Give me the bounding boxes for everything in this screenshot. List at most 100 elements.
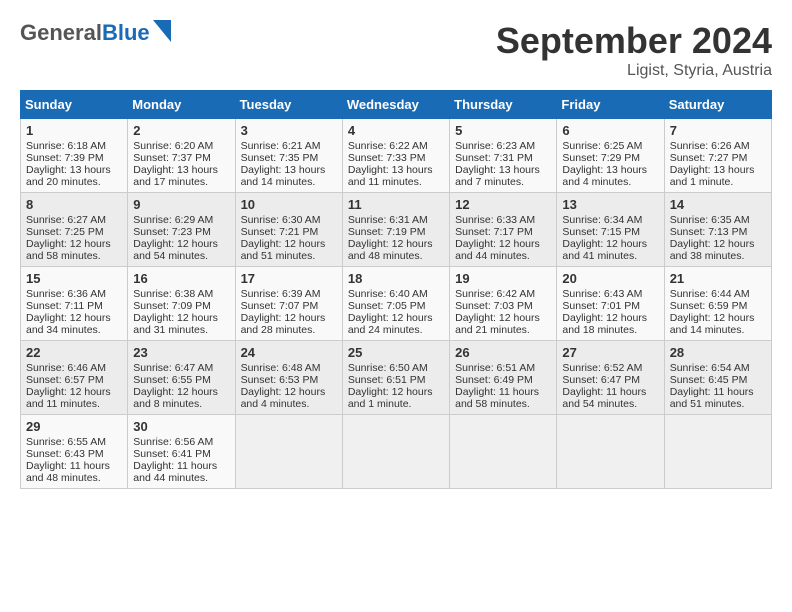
day-info-line: and 4 minutes. xyxy=(562,176,658,188)
day-info-line: Sunset: 7:35 PM xyxy=(241,152,337,164)
location: Ligist, Styria, Austria xyxy=(496,62,772,80)
calendar-cell xyxy=(235,415,342,489)
day-info-line: Daylight: 12 hours xyxy=(670,238,766,250)
day-info-line: and 48 minutes. xyxy=(348,250,444,262)
day-info-line: Sunrise: 6:42 AM xyxy=(455,288,551,300)
day-info-line: Daylight: 13 hours xyxy=(133,164,229,176)
day-number: 4 xyxy=(348,123,444,138)
day-number: 25 xyxy=(348,345,444,360)
day-info-line: Daylight: 12 hours xyxy=(670,312,766,324)
day-info-line: Sunset: 7:31 PM xyxy=(455,152,551,164)
day-info-line: Sunset: 6:49 PM xyxy=(455,374,551,386)
day-number: 27 xyxy=(562,345,658,360)
day-info-line: Sunset: 6:47 PM xyxy=(562,374,658,386)
day-info-line: Daylight: 12 hours xyxy=(241,386,337,398)
day-number: 8 xyxy=(26,197,122,212)
logo-text: GeneralBlue xyxy=(20,20,171,47)
day-info-line: Sunset: 7:13 PM xyxy=(670,226,766,238)
day-info-line: Sunset: 6:43 PM xyxy=(26,448,122,460)
day-info-line: Sunset: 7:01 PM xyxy=(562,300,658,312)
day-number: 17 xyxy=(241,271,337,286)
calendar-cell: 15 Sunrise: 6:36 AMSunset: 7:11 PMDayligh… xyxy=(21,267,128,341)
calendar-cell: 1Sunrise: 6:18 AMSunset: 7:39 PMDaylight… xyxy=(21,119,128,193)
title-block: September 2024 Ligist, Styria, Austria xyxy=(496,20,772,80)
day-info-line: Sunrise: 6:30 AM xyxy=(241,214,337,226)
day-info-line: Daylight: 11 hours xyxy=(562,386,658,398)
calendar-cell: 23Sunrise: 6:47 AMSunset: 6:55 PMDayligh… xyxy=(128,341,235,415)
day-info-line: and 54 minutes. xyxy=(562,398,658,410)
calendar-cell: 7Sunrise: 6:26 AMSunset: 7:27 PMDaylight… xyxy=(664,119,771,193)
day-info-line: Daylight: 12 hours xyxy=(26,386,122,398)
day-info-line: and 7 minutes. xyxy=(455,176,551,188)
weekday-saturday: Saturday xyxy=(664,91,771,119)
day-info-line: Daylight: 12 hours xyxy=(455,312,551,324)
day-info-line: Sunrise: 6:20 AM xyxy=(133,140,229,152)
day-info-line: Daylight: 12 hours xyxy=(562,238,658,250)
calendar-cell: 30Sunrise: 6:56 AMSunset: 6:41 PMDayligh… xyxy=(128,415,235,489)
calendar-cell: 28Sunrise: 6:54 AMSunset: 6:45 PMDayligh… xyxy=(664,341,771,415)
day-info-line: Sunrise: 6:26 AM xyxy=(670,140,766,152)
day-info-line: Sunset: 6:41 PM xyxy=(133,448,229,460)
day-info-line: and 51 minutes. xyxy=(241,250,337,262)
day-number: 28 xyxy=(670,345,766,360)
day-info-line: Daylight: 12 hours xyxy=(26,238,122,250)
calendar-cell: 16Sunrise: 6:38 AMSunset: 7:09 PMDayligh… xyxy=(128,267,235,341)
day-number: 30 xyxy=(133,419,229,434)
day-info-line: Daylight: 13 hours xyxy=(670,164,766,176)
calendar-body: 1Sunrise: 6:18 AMSunset: 7:39 PMDaylight… xyxy=(21,119,772,489)
day-number: 11 xyxy=(348,197,444,212)
month-title: September 2024 xyxy=(496,20,772,62)
day-info-line: Sunrise: 6:44 AM xyxy=(670,288,766,300)
day-info-line: Sunrise: 6:36 AM xyxy=(26,288,122,300)
calendar-cell: 6Sunrise: 6:25 AMSunset: 7:29 PMDaylight… xyxy=(557,119,664,193)
day-info-line: Sunrise: 6:23 AM xyxy=(455,140,551,152)
logo: GeneralBlue xyxy=(20,20,171,47)
day-info-line: and 28 minutes. xyxy=(241,324,337,336)
day-info-line: and 48 minutes. xyxy=(26,472,122,484)
weekday-sunday: Sunday xyxy=(21,91,128,119)
day-info-line: Sunrise: 6:31 AM xyxy=(348,214,444,226)
calendar-table: SundayMondayTuesdayWednesdayThursdayFrid… xyxy=(20,90,772,489)
day-number: 12 xyxy=(455,197,551,212)
day-info-line: and 4 minutes. xyxy=(241,398,337,410)
day-info-line: Sunrise: 6:27 AM xyxy=(26,214,122,226)
day-info-line: Sunset: 7:19 PM xyxy=(348,226,444,238)
day-number: 9 xyxy=(133,197,229,212)
calendar-cell: 11Sunrise: 6:31 AMSunset: 7:19 PMDayligh… xyxy=(342,193,449,267)
day-number: 15 xyxy=(26,271,122,286)
calendar-cell: 26Sunrise: 6:51 AMSunset: 6:49 PMDayligh… xyxy=(450,341,557,415)
calendar-cell xyxy=(557,415,664,489)
day-info-line: Sunrise: 6:39 AM xyxy=(241,288,337,300)
logo-icon xyxy=(153,20,171,42)
calendar-cell: 2Sunrise: 6:20 AMSunset: 7:37 PMDaylight… xyxy=(128,119,235,193)
day-number: 10 xyxy=(241,197,337,212)
day-info-line: Sunset: 7:07 PM xyxy=(241,300,337,312)
day-info-line: Sunset: 6:45 PM xyxy=(670,374,766,386)
day-info-line: and 38 minutes. xyxy=(670,250,766,262)
day-info-line: Sunrise: 6:38 AM xyxy=(133,288,229,300)
day-number: 1 xyxy=(26,123,122,138)
day-info-line: and 11 minutes. xyxy=(348,176,444,188)
day-info-line: Sunset: 6:55 PM xyxy=(133,374,229,386)
day-info-line: Sunset: 7:37 PM xyxy=(133,152,229,164)
day-info-line: Sunrise: 6:52 AM xyxy=(562,362,658,374)
day-info-line: Daylight: 13 hours xyxy=(562,164,658,176)
calendar-cell: 25Sunrise: 6:50 AMSunset: 6:51 PMDayligh… xyxy=(342,341,449,415)
calendar-cell: 9Sunrise: 6:29 AMSunset: 7:23 PMDaylight… xyxy=(128,193,235,267)
calendar-cell: 12Sunrise: 6:33 AMSunset: 7:17 PMDayligh… xyxy=(450,193,557,267)
day-info-line: Daylight: 11 hours xyxy=(26,460,122,472)
day-number: 24 xyxy=(241,345,337,360)
day-info-line: Sunrise: 6:40 AM xyxy=(348,288,444,300)
day-info-line: and 44 minutes. xyxy=(133,472,229,484)
day-info-line: Daylight: 12 hours xyxy=(348,312,444,324)
day-info-line: Sunset: 7:27 PM xyxy=(670,152,766,164)
day-info-line: Sunrise: 6:51 AM xyxy=(455,362,551,374)
day-info-line: Sunset: 7:11 PM xyxy=(26,300,122,312)
weekday-monday: Monday xyxy=(128,91,235,119)
logo-general: General xyxy=(20,20,102,45)
day-info-line: Sunset: 7:05 PM xyxy=(348,300,444,312)
weekday-tuesday: Tuesday xyxy=(235,91,342,119)
day-info-line: Daylight: 12 hours xyxy=(26,312,122,324)
day-info-line: Daylight: 13 hours xyxy=(348,164,444,176)
day-number: 21 xyxy=(670,271,766,286)
